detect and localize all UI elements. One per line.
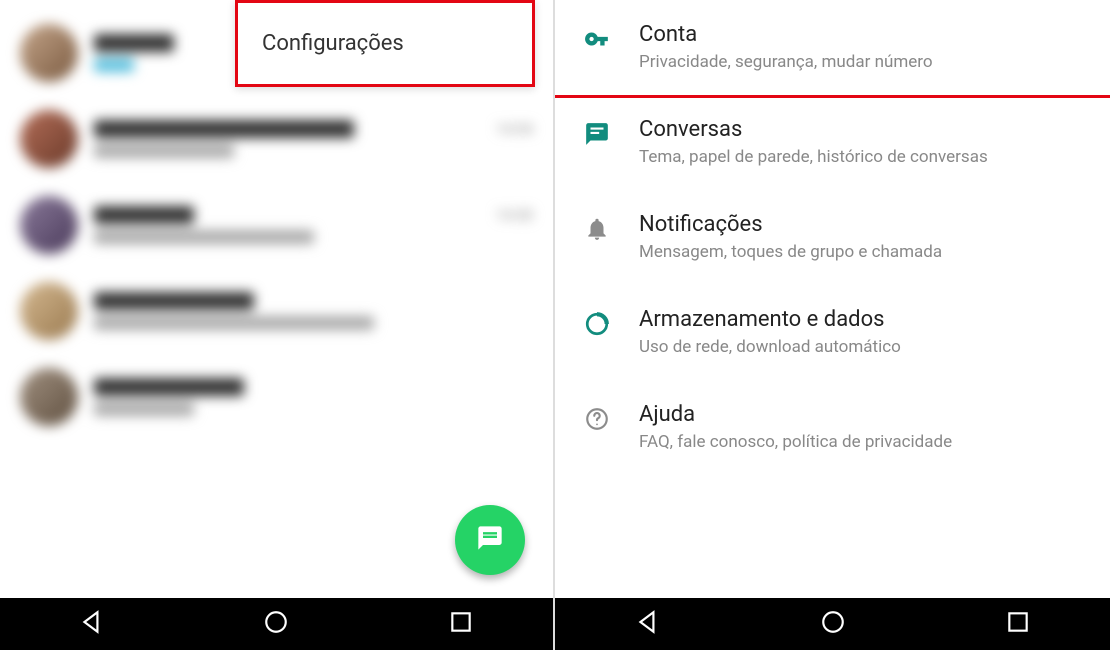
chat-time: 14:54 <box>496 120 533 138</box>
chat-list-screen: 14:54 14:30 <box>0 0 555 650</box>
back-button[interactable] <box>635 609 661 639</box>
settings-item-desc: Privacidade, segurança, mudar número <box>639 51 1086 73</box>
settings-item-notifications[interactable]: Notificações Mensagem, toques de grupo e… <box>555 190 1110 285</box>
chat-name <box>94 34 174 52</box>
chat-icon <box>567 117 627 147</box>
recent-apps-button[interactable] <box>1005 609 1031 639</box>
settings-item-title: Conversas <box>639 117 1086 142</box>
settings-item-desc: FAQ, fale conosco, política de privacida… <box>639 431 1086 453</box>
chat-name <box>94 378 244 396</box>
settings-item-help[interactable]: Ajuda FAQ, fale conosco, política de pri… <box>555 380 1110 475</box>
avatar <box>20 24 78 82</box>
settings-list: Conta Privacidade, segurança, mudar núme… <box>555 0 1110 475</box>
chat-time: 14:30 <box>496 206 533 224</box>
settings-item-desc: Mensagem, toques de grupo e chamada <box>639 241 1086 263</box>
settings-item-title: Armazenamento e dados <box>639 307 1086 332</box>
chat-name <box>94 206 194 224</box>
chat-item[interactable] <box>0 268 553 354</box>
chat-item[interactable]: 14:30 <box>0 182 553 268</box>
chat-name <box>94 292 254 310</box>
avatar <box>20 196 78 254</box>
chat-item[interactable] <box>0 354 553 440</box>
settings-item-title: Ajuda <box>639 402 1086 427</box>
settings-item-title: Conta <box>639 22 1086 47</box>
settings-item-desc: Uso de rede, download automático <box>639 336 1086 358</box>
menu-item-settings[interactable]: Configurações <box>238 3 532 84</box>
avatar <box>20 282 78 340</box>
settings-item-title: Notificações <box>639 212 1086 237</box>
settings-item-account[interactable]: Conta Privacidade, segurança, mudar núme… <box>555 0 1110 98</box>
options-menu: Configurações <box>235 0 535 87</box>
chat-message <box>94 58 134 72</box>
settings-item-chats[interactable]: Conversas Tema, papel de parede, históri… <box>555 95 1110 190</box>
chat-message <box>94 402 194 416</box>
chat-message <box>94 230 314 244</box>
help-icon <box>567 402 627 432</box>
chat-name <box>94 120 354 138</box>
bell-icon <box>567 212 627 242</box>
chat-icon <box>476 524 504 556</box>
avatar <box>20 368 78 426</box>
settings-item-storage-data[interactable]: Armazenamento e dados Uso de rede, downl… <box>555 285 1110 380</box>
new-chat-fab[interactable] <box>455 505 525 575</box>
recent-apps-button[interactable] <box>448 609 474 639</box>
chat-message <box>94 316 374 330</box>
settings-item-desc: Tema, papel de parede, histórico de conv… <box>639 146 1086 168</box>
back-button[interactable] <box>79 609 105 639</box>
android-navbar <box>0 598 553 650</box>
chat-item[interactable]: 14:54 <box>0 96 553 182</box>
settings-screen: Conta Privacidade, segurança, mudar núme… <box>555 0 1110 650</box>
key-icon <box>567 22 627 52</box>
chat-message <box>94 144 234 158</box>
home-button[interactable] <box>820 609 846 639</box>
data-icon <box>567 307 627 337</box>
avatar <box>20 110 78 168</box>
android-navbar <box>555 598 1110 650</box>
home-button[interactable] <box>263 609 289 639</box>
